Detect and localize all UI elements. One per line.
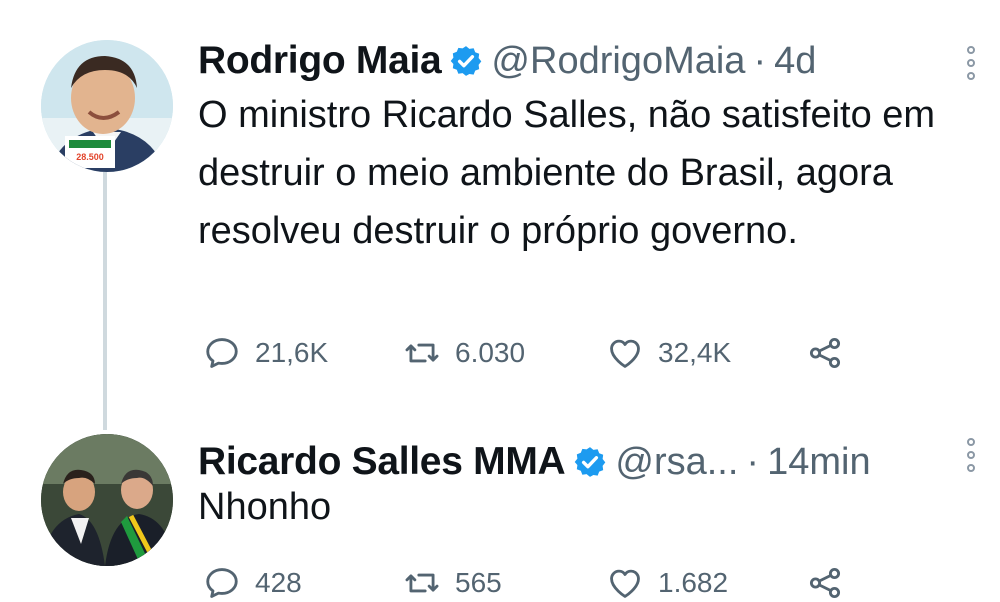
like-count: 1.682 bbox=[658, 567, 729, 598]
display-name[interactable]: Rodrigo Maia bbox=[198, 39, 442, 83]
like-icon bbox=[610, 339, 640, 368]
user-handle[interactable]: @RodrigoMaia bbox=[491, 40, 745, 83]
like-icon bbox=[610, 569, 640, 598]
avatar[interactable]: 28.500 bbox=[41, 40, 173, 172]
share-button[interactable] bbox=[806, 564, 858, 602]
avatar-photo: 28.500 bbox=[41, 40, 173, 172]
reply-icon bbox=[206, 338, 238, 368]
tweet-rodrigo-maia[interactable]: 28.500 Rodrigo Maia @RodrigoMaia · 4d O … bbox=[0, 0, 1000, 420]
retweet-icon bbox=[405, 573, 439, 593]
share-button[interactable] bbox=[806, 334, 858, 372]
separator-dot: · bbox=[753, 39, 767, 82]
like-button[interactable]: 1.682 bbox=[606, 564, 806, 602]
timestamp[interactable]: 4d bbox=[774, 40, 816, 83]
retweet-button[interactable]: 565 bbox=[403, 564, 606, 602]
like-count: 32,4K bbox=[658, 337, 732, 368]
more-options-icon[interactable] bbox=[966, 438, 976, 472]
retweet-icon bbox=[405, 343, 439, 363]
retweet-button[interactable]: 6.030 bbox=[403, 334, 606, 372]
tweet-actions: 428 565 1.682 bbox=[203, 564, 858, 602]
tweet-text: O ministro Ricardo Salles, não satisfeit… bbox=[198, 94, 936, 252]
tweet-ricardo-salles[interactable]: Ricardo Salles MMA @rsa... · 14min Nhonh… bbox=[0, 420, 1000, 600]
tweet-header: Rodrigo Maia @RodrigoMaia · 4d bbox=[198, 36, 816, 86]
verified-badge-icon bbox=[575, 447, 606, 477]
retweet-count: 565 bbox=[455, 567, 502, 598]
retweet-count: 6.030 bbox=[455, 337, 526, 368]
reply-button[interactable]: 21,6K bbox=[203, 334, 403, 372]
tweet-text: Nhonho bbox=[198, 486, 332, 528]
tweet-actions: 21,6K 6.030 32,4K bbox=[203, 334, 858, 372]
share-icon bbox=[809, 337, 841, 369]
avatar[interactable] bbox=[41, 434, 173, 566]
like-button[interactable]: 32,4K bbox=[606, 334, 806, 372]
reply-count: 21,6K bbox=[255, 337, 329, 368]
reply-icon bbox=[206, 568, 238, 598]
verified-badge-icon bbox=[451, 46, 482, 76]
avatar-photo bbox=[41, 434, 173, 566]
more-options-icon[interactable] bbox=[966, 46, 976, 80]
reply-button[interactable]: 428 bbox=[203, 564, 403, 602]
reply-count: 428 bbox=[255, 567, 302, 598]
share-icon bbox=[809, 567, 841, 599]
avatar-badge-number: 28.500 bbox=[76, 152, 104, 162]
